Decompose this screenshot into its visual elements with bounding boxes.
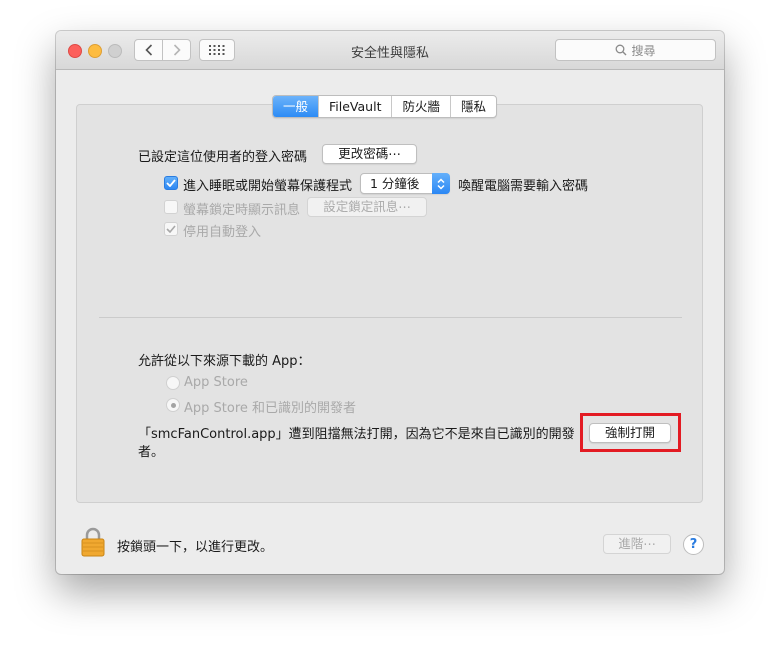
advanced-button[interactable]: 進階⋯: [603, 534, 671, 554]
show-message-label: 螢幕鎖定時顯示訊息: [183, 203, 301, 218]
tab-filevault[interactable]: FileVault: [319, 96, 393, 117]
radio-app-store-identified-label: App Store 和已識別的開發者: [184, 401, 357, 416]
tab-firewall[interactable]: 防火牆: [392, 96, 451, 117]
select-arrows-icon: [432, 173, 450, 194]
password-delay-value: 1 分鐘後: [370, 176, 420, 191]
require-password-suffix: 喚醒電腦需要輸入密碼: [458, 179, 589, 194]
title-bar: 安全性與隱私 搜尋: [56, 31, 724, 70]
radio-app-store[interactable]: [166, 376, 180, 390]
radio-app-store-label: App Store: [184, 375, 248, 390]
tab-general[interactable]: 一般: [273, 96, 320, 117]
search-icon: [616, 44, 627, 56]
require-password-label: 進入睡眠或開始螢幕保護程式: [183, 179, 353, 194]
radio-app-store-identified[interactable]: [166, 398, 180, 412]
disable-auto-login-label: 停用自動登入: [183, 225, 262, 240]
search-placeholder: 搜尋: [631, 43, 656, 58]
set-lock-message-button[interactable]: 設定鎖定訊息⋯: [307, 197, 427, 217]
tab-privacy[interactable]: 隱私: [451, 96, 496, 117]
disable-auto-login-checkbox[interactable]: [164, 222, 178, 236]
password-set-label: 已設定這位使用者的登入密碼: [138, 150, 308, 165]
search-field[interactable]: 搜尋: [555, 39, 716, 61]
tab-bar: 一般 FileVault 防火牆 隱私: [272, 95, 498, 118]
preferences-window: 安全性與隱私 搜尋 已設定這位使用者的登入密碼 更改密碼⋯ 進入睡眠或開始螢幕保…: [56, 31, 724, 574]
help-button[interactable]: ?: [683, 534, 704, 555]
change-password-button[interactable]: 更改密碼⋯: [322, 144, 417, 164]
open-anyway-button[interactable]: 強制打開: [589, 423, 671, 443]
password-delay-select[interactable]: 1 分鐘後: [360, 173, 450, 194]
lock-icon[interactable]: [81, 527, 105, 561]
checkmark-icon: [166, 225, 176, 233]
section-divider: [99, 317, 682, 318]
lock-instruction-text: 按鎖頭一下，以進行更改。: [117, 540, 274, 555]
show-message-checkbox[interactable]: [164, 200, 178, 214]
blocked-app-message: 「smcFanControl.app」遭到阻擋無法打開，因為它不是來自已識別的開…: [138, 427, 575, 460]
download-sources-title: 允許從以下來源下載的 App：: [138, 354, 311, 369]
require-password-checkbox[interactable]: [164, 176, 178, 190]
checkmark-icon: [166, 179, 176, 187]
